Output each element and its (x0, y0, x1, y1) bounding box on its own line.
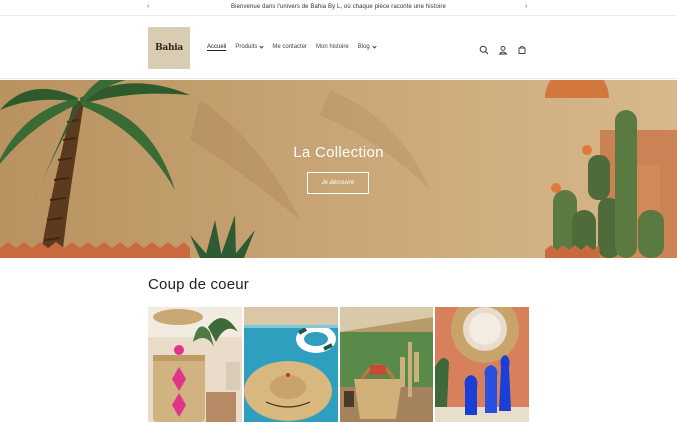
nav-item-produits[interactable]: Produits (235, 43, 264, 50)
announcement-bar: ‹ Bienvenue dans l'univers de Bahia By L… (0, 0, 677, 16)
chevron-down-icon (372, 43, 377, 49)
featured-grid (148, 307, 529, 422)
main-nav: Accueil Produits Me contacter Mon histoi… (207, 43, 385, 50)
nav-item-blog[interactable]: Blog (357, 43, 377, 50)
nav-item-me-contacter[interactable]: Me contacter (272, 44, 307, 50)
nav-item-label: Mon histoire (316, 44, 349, 50)
hero-banner: La Collection Je découvre (0, 80, 677, 258)
nav-item-mon-histoire[interactable]: Mon histoire (316, 44, 349, 50)
announcement-message: Bienvenue dans l'univers de Bahia By L, … (231, 4, 446, 10)
product-tile-vases[interactable] (435, 307, 529, 422)
product-tile-bag[interactable] (339, 307, 434, 422)
product-tile-hat[interactable] (243, 307, 338, 422)
chevron-right-icon[interactable]: › (525, 3, 527, 11)
nav-item-label: Me contacter (272, 44, 308, 50)
nav-item-label: Blog (357, 44, 370, 50)
logo[interactable]: Bahia (148, 27, 190, 69)
nav-item-label: Produits (235, 44, 258, 50)
chevron-down-icon (259, 43, 264, 49)
discover-button[interactable]: Je découvre (307, 172, 369, 194)
logo-text: Bahia (155, 43, 183, 53)
hero-illustration (0, 80, 677, 258)
header-icons (479, 42, 527, 55)
section-title: Coup de coeur (148, 276, 250, 293)
product-tile-basket[interactable] (148, 307, 242, 422)
account-icon[interactable] (498, 42, 508, 55)
search-icon[interactable] (479, 42, 489, 55)
site-header: Bahia Accueil Produits Me contacter Mon … (0, 16, 677, 79)
cart-icon[interactable] (517, 42, 527, 54)
hero-title: La Collection (293, 144, 384, 161)
nav-item-label: Accueil (207, 44, 227, 50)
nav-item-accueil[interactable]: Accueil (207, 44, 226, 50)
